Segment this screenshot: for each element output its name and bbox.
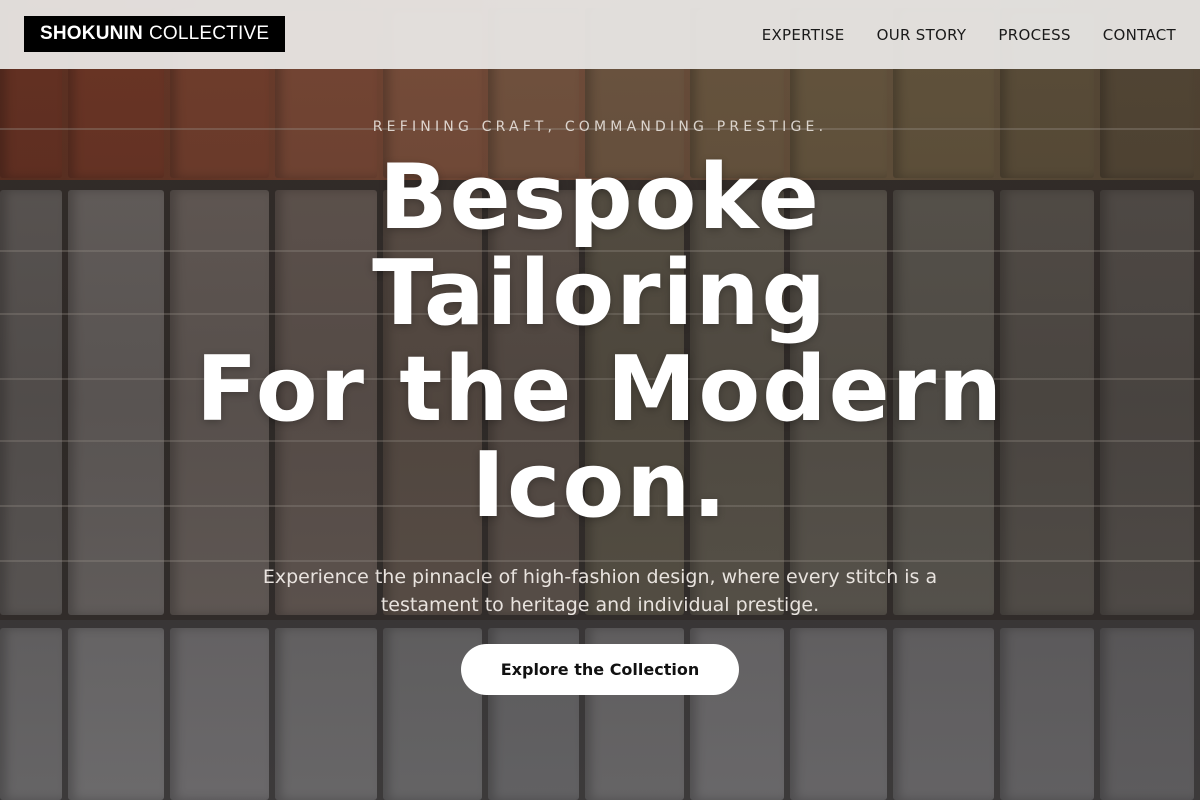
headline-line-3: For the Modern (195, 337, 1005, 442)
hero-tagline: REFINING CRAFT, COMMANDING PRESTIGE. (372, 119, 828, 135)
nav-item-our-story[interactable]: OUR STORY (877, 26, 967, 44)
brand-name-light: COLLECTIVE (148, 23, 270, 44)
site-header: SHOKUNIN COLLECTIVE EXPERTISE OUR STORY … (0, 0, 1200, 69)
headline-line-1: Bespoke (379, 145, 821, 250)
nav-item-process[interactable]: PROCESS (998, 26, 1070, 44)
main-nav: EXPERTISE OUR STORY PROCESS CONTACT (762, 0, 1176, 69)
nav-item-expertise[interactable]: EXPERTISE (762, 26, 845, 44)
headline-line-2: Tailoring (372, 241, 828, 346)
headline-line-4: Icon. (471, 433, 729, 538)
brand-logo[interactable]: SHOKUNIN COLLECTIVE (24, 16, 286, 52)
hero-subtext: Experience the pinnacle of high-fashion … (262, 566, 938, 616)
hero-headline: Bespoke Tailoring For the Modern Icon. (0, 150, 1200, 534)
brand-name-bold: SHOKUNIN (40, 23, 143, 44)
nav-item-contact[interactable]: CONTACT (1103, 26, 1176, 44)
explore-collection-button[interactable]: Explore the Collection (461, 644, 739, 695)
